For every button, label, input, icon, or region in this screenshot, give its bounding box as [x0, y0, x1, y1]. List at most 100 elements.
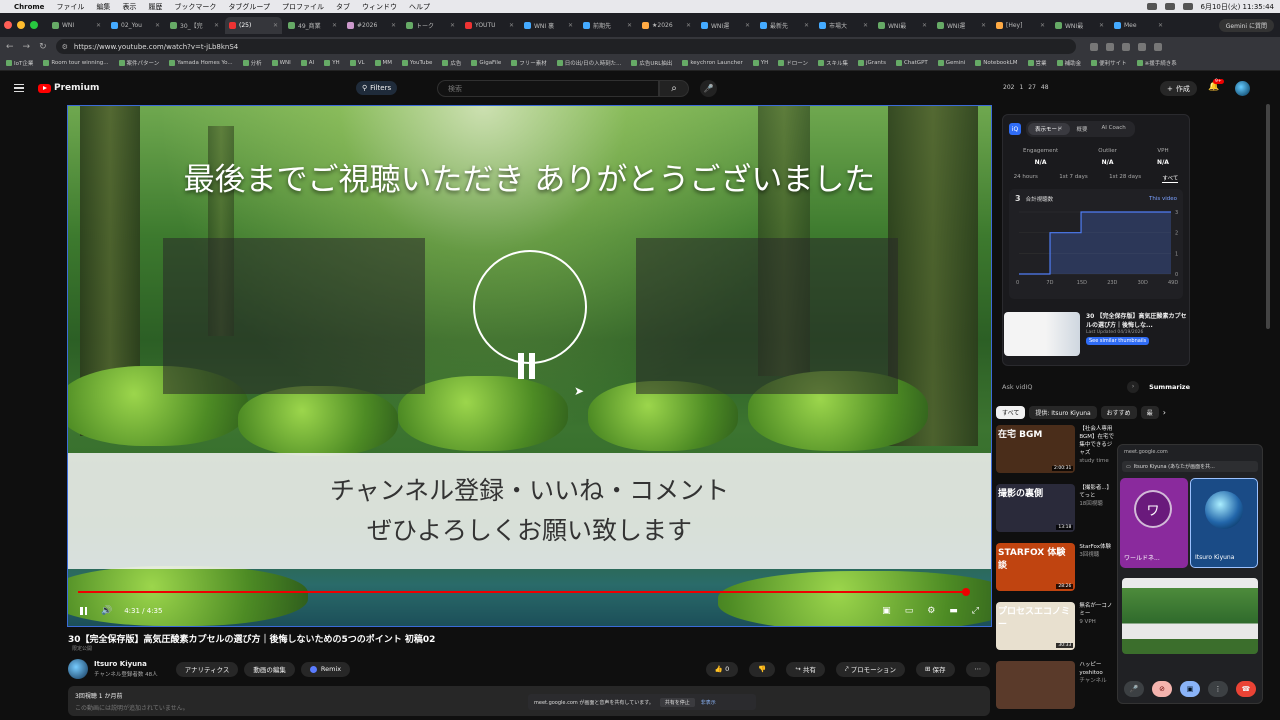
browser-tab[interactable]: 30_【完 ✕: [166, 17, 223, 34]
account-avatar[interactable]: [1235, 81, 1250, 96]
bookmark-item[interactable]: 案件パターン: [118, 59, 159, 67]
vidiq-logo-icon[interactable]: iQ: [1009, 123, 1021, 135]
bookmark-item[interactable]: ドローン: [778, 59, 808, 67]
browser-tab[interactable]: WNI ✕: [48, 17, 105, 34]
bookmark-item[interactable]: NotebookLM: [975, 60, 1018, 66]
dislike-button[interactable]: 👎: [749, 661, 776, 677]
total-views-dropdown[interactable]: 合計視聴数: [1026, 195, 1054, 203]
settings-icon[interactable]: ⚙: [927, 606, 935, 616]
extension-icon[interactable]: [1121, 42, 1130, 51]
browser-tab[interactable]: 49_商業 ✕: [284, 17, 341, 34]
send-arrow-icon[interactable]: ›: [1127, 381, 1140, 393]
reload-icon[interactable]: ↻: [39, 42, 47, 52]
recommended-thumbnail[interactable]: 在宅 BGM 2:00:31: [996, 425, 1076, 473]
range-7d[interactable]: 1st 7 days: [1059, 174, 1088, 183]
chip-more[interactable]: 最: [1140, 406, 1159, 419]
close-window-button[interactable]: [4, 21, 12, 29]
range-24h[interactable]: 24 hours: [1014, 174, 1038, 183]
menu-profiles[interactable]: プロファイル: [282, 2, 324, 12]
menu-tab[interactable]: タブ: [336, 2, 350, 12]
more-actions-button[interactable]: ⋯: [965, 661, 990, 677]
gemini-button[interactable]: Gemini に質問: [1218, 18, 1274, 32]
remix-button[interactable]: Remix: [300, 661, 351, 677]
recommended-thumbnail[interactable]: [996, 661, 1076, 709]
bookmark-item[interactable]: 便利サイト: [1091, 59, 1127, 67]
browser-tab[interactable]: [Hey] ✕: [992, 17, 1049, 34]
bookmark-star-icon[interactable]: [1089, 42, 1098, 51]
more-options-button[interactable]: ⋮: [1208, 681, 1228, 697]
bookmark-item[interactable]: YH: [324, 60, 340, 66]
bookmark-item[interactable]: Yamada Homes Yo...: [169, 60, 233, 66]
zoom-window-button[interactable]: [30, 21, 38, 29]
search-button[interactable]: ⌕: [659, 80, 689, 97]
video-player[interactable]: 最後までご視聴いただき ありがとうございました チャンネル登録・いいね・コメント…: [67, 105, 992, 627]
bookmark-item[interactable]: GigaFile: [471, 60, 501, 66]
browser-tab[interactable]: WNI運 ✕: [933, 17, 990, 34]
chip-channel[interactable]: 提供: Itsuro Kiyuna: [1029, 406, 1097, 419]
similar-thumbnails-button[interactable]: See similar thumbnails: [1086, 337, 1150, 345]
bookmark-item[interactable]: MM: [374, 60, 392, 66]
profile-icon[interactable]: [1153, 42, 1162, 51]
recommended-thumbnail[interactable]: 撮影の裏側 13:18: [996, 484, 1076, 532]
thumbnail-preview[interactable]: [1004, 312, 1080, 356]
minimize-window-button[interactable]: [17, 21, 25, 29]
menu-bookmarks[interactable]: ブックマーク: [174, 2, 216, 12]
bookmark-item[interactable]: 補助金: [1056, 59, 1081, 67]
close-tab-icon[interactable]: ✕: [686, 22, 691, 29]
close-tab-icon[interactable]: ✕: [332, 22, 337, 29]
promotion-button[interactable]: ⤤ プロモーション: [835, 661, 905, 677]
browser-tab[interactable]: Mee ✕: [1110, 17, 1167, 34]
bookmark-item[interactable]: スキル集: [818, 59, 848, 67]
bookmark-item[interactable]: 広告URL抽出: [631, 59, 672, 67]
close-tab-icon[interactable]: ✕: [568, 22, 573, 29]
bookmark-item[interactable]: Gemini: [937, 60, 965, 66]
close-tab-icon[interactable]: ✕: [1158, 22, 1163, 29]
back-icon[interactable]: ←: [6, 42, 14, 52]
bookmark-item[interactable]: 広告: [442, 59, 461, 67]
youtube-logo[interactable]: Premium: [38, 83, 99, 93]
bookmark-item[interactable]: 分析: [242, 59, 262, 67]
range-all[interactable]: すべて: [1162, 174, 1179, 183]
channel-avatar[interactable]: [68, 659, 88, 679]
close-tab-icon[interactable]: ✕: [391, 22, 396, 29]
close-tab-icon[interactable]: ✕: [745, 22, 750, 29]
bookmark-item[interactable]: keychron Launcher: [682, 60, 743, 66]
recommended-video[interactable]: ハッピー yoshitoo チャンネル: [996, 661, 1116, 714]
browser-tab[interactable]: WNI最 ✕: [874, 17, 931, 34]
tab-ai-coach[interactable]: AI Coach: [1095, 123, 1133, 135]
save-button[interactable]: ⊞ 保存: [915, 661, 955, 677]
bookmark-item[interactable]: jGrants: [858, 60, 886, 66]
browser-tab[interactable]: 市場大 ✕: [815, 17, 872, 34]
browser-tab[interactable]: YOUTU ✕: [461, 17, 518, 34]
end-card-left[interactable]: [163, 238, 425, 394]
camera-off-button[interactable]: ⊘: [1152, 681, 1172, 697]
subscribe-circle[interactable]: [473, 250, 587, 364]
browser-tab[interactable]: WNI 裏 ✕: [520, 17, 577, 34]
browser-tab[interactable]: (25) ✕: [225, 16, 282, 34]
subtitles-icon[interactable]: ▭: [905, 606, 914, 616]
recommended-video[interactable]: 在宅 BGM 2:00:31 【社会人専用BGM】在宅で集中できるジャズ study …: [996, 425, 1116, 478]
menu-help[interactable]: ヘルプ: [409, 2, 430, 12]
tab-display-mode[interactable]: 表示モード: [1028, 123, 1070, 135]
share-button[interactable]: ↪ 共有: [786, 661, 825, 677]
edit-video-button[interactable]: 動画の編集: [244, 661, 295, 677]
voice-search-button[interactable]: 🎤: [700, 80, 717, 97]
recommended-thumbnail[interactable]: プロセスエコノミー 30:33: [996, 602, 1076, 650]
browser-tab[interactable]: #2026 ✕: [343, 17, 400, 34]
battery-icon[interactable]: [1182, 3, 1193, 10]
browser-tab[interactable]: ★2026 ✕: [638, 17, 695, 34]
fullscreen-icon[interactable]: ⤢: [972, 606, 979, 616]
menu-tab-groups[interactable]: タブグループ: [228, 2, 270, 12]
leave-call-button[interactable]: ☎: [1236, 681, 1256, 697]
tab-overview[interactable]: 概要: [1070, 123, 1095, 135]
close-tab-icon[interactable]: ✕: [96, 22, 101, 29]
bookmark-item[interactable]: Room tour winning...: [43, 60, 109, 66]
progress-bar[interactable]: [78, 588, 971, 596]
bookmark-item[interactable]: AI: [300, 60, 314, 66]
bookmark-item[interactable]: VL: [349, 60, 365, 66]
bookmark-item[interactable]: 日の出/日の入時刻た...: [556, 59, 621, 67]
extension-icon[interactable]: [1105, 42, 1114, 51]
site-info-icon[interactable]: ⚙: [62, 43, 68, 51]
browser-tab[interactable]: WNI運 ✕: [697, 17, 754, 34]
bookmark-item[interactable]: 営業: [1027, 59, 1047, 67]
